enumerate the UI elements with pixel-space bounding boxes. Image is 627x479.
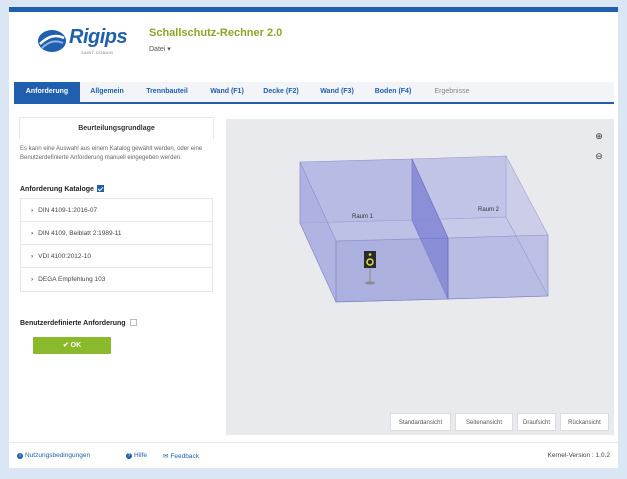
terms-link[interactable]: i Nutzungsbedingungen [17,452,90,459]
rigips-logo-mark-icon [38,30,66,52]
catalog-item-dega-103[interactable]: › DEGA Empfehlung 103 [21,268,212,291]
file-menu[interactable]: Datei ▾ [149,45,171,53]
catalog-item-label: VDI 4100:2012-10 [38,253,91,260]
back-view-button[interactable]: Rückansicht [560,413,609,431]
catalog-checkbox[interactable] [96,185,104,192]
custom-requirement-section: Benutzerdefinierte Anforderung [20,319,137,327]
catalog-item-label: DEGA Empfehlung 103 [38,276,106,283]
kernel-version: Kernel-Version : 1.0.2 [547,452,610,459]
chevron-right-icon: › [31,207,34,214]
help-link[interactable]: ? Hilfe [126,452,147,459]
tab-decke-f2[interactable]: Decke (F2) [256,82,306,102]
app-title: Schallschutz-Rechner 2.0 [149,27,283,39]
tab-wand-f3[interactable]: Wand (F3) [312,82,362,102]
room-model-scene [299,155,549,303]
brand-subline: SAINT-GOBAIN [81,50,114,55]
help-icon: ? [126,453,132,459]
info-icon: i [17,453,23,459]
tab-boden-f4[interactable]: Boden (F4) [366,82,420,102]
custom-requirement-label: Benutzerdefinierte Anforderung [20,320,126,327]
brand-name: Rigips [69,26,128,48]
custom-requirement-checkbox[interactable] [129,319,137,326]
panel-description: Es kann eine Auswahl aus einem Katalog g… [20,146,203,161]
catalog-item-label: DIN 4109-1:2016-07 [38,207,98,214]
catalog-item-din-4109-1[interactable]: › DIN 4109-1:2016-07 [21,199,212,222]
feedback-link[interactable]: ✉ Feedback [163,452,199,460]
main-tabs: Anforderung Allgemein Trennbauteil Wand … [14,82,614,104]
room1-front-wall [335,237,449,303]
catalog-item-din-4109-bbl2[interactable]: › DIN 4109, Beiblatt 2:1989-11 [21,222,212,245]
ok-button[interactable]: ✔ OK [33,337,111,354]
help-label: Hilfe [134,452,148,459]
room1-label: Raum 1 [352,214,374,220]
room2-label: Raum 2 [478,207,500,213]
app-header: Rigips SAINT-GOBAIN Schallschutz-Rechner… [9,12,618,74]
catalog-label: Anforderung Kataloge [20,186,94,193]
footer: i Nutzungsbedingungen ? Hilfe ✉ Feedback Ke… [9,442,618,468]
requirement-panel: Beurteilungsgrundlage Es kann eine Auswa… [14,112,219,442]
terms-label: Nutzungsbedingungen [25,452,91,459]
app-window: Rigips SAINT-GOBAIN Schallschutz-Rechner… [9,7,618,468]
chevron-right-icon: › [31,230,34,237]
rigips-logo: Rigips SAINT-GOBAIN [37,26,147,62]
standard-view-button[interactable]: Standardansicht [390,413,451,431]
room-3d-viewport[interactable]: ⊕ ⊖ Raum 1 Raum 2 Standardansicht Seiten… [226,119,614,435]
panel-title: Beurteilungsgrundlage [19,117,214,139]
catalog-item-label: DIN 4109, Beiblatt 2:1989-11 [38,230,122,237]
tab-wand-f1[interactable]: Wand (F1) [202,82,252,102]
room2-front-wall [447,234,549,300]
chevron-right-icon: › [31,253,34,260]
tab-ergebnisse[interactable]: Ergebnisse [424,82,480,102]
tab-trennbauteil[interactable]: Trennbauteil [138,82,196,102]
feedback-label: Feedback [170,453,199,460]
catalog-list: › DIN 4109-1:2016-07 › DIN 4109, Beiblatt … [20,198,213,292]
tab-anforderung[interactable]: Anforderung [14,82,80,102]
mail-icon: ✉ [163,453,169,460]
top-view-button[interactable]: Draufsicht [517,413,556,431]
side-view-button[interactable]: Seitenansicht [455,413,513,431]
catalog-item-vdi-4100[interactable]: › VDI 4100:2012-10 [21,245,212,268]
tab-allgemein[interactable]: Allgemein [82,82,132,102]
catalog-section: Anforderung Kataloge [20,185,104,193]
chevron-right-icon: › [31,276,34,283]
